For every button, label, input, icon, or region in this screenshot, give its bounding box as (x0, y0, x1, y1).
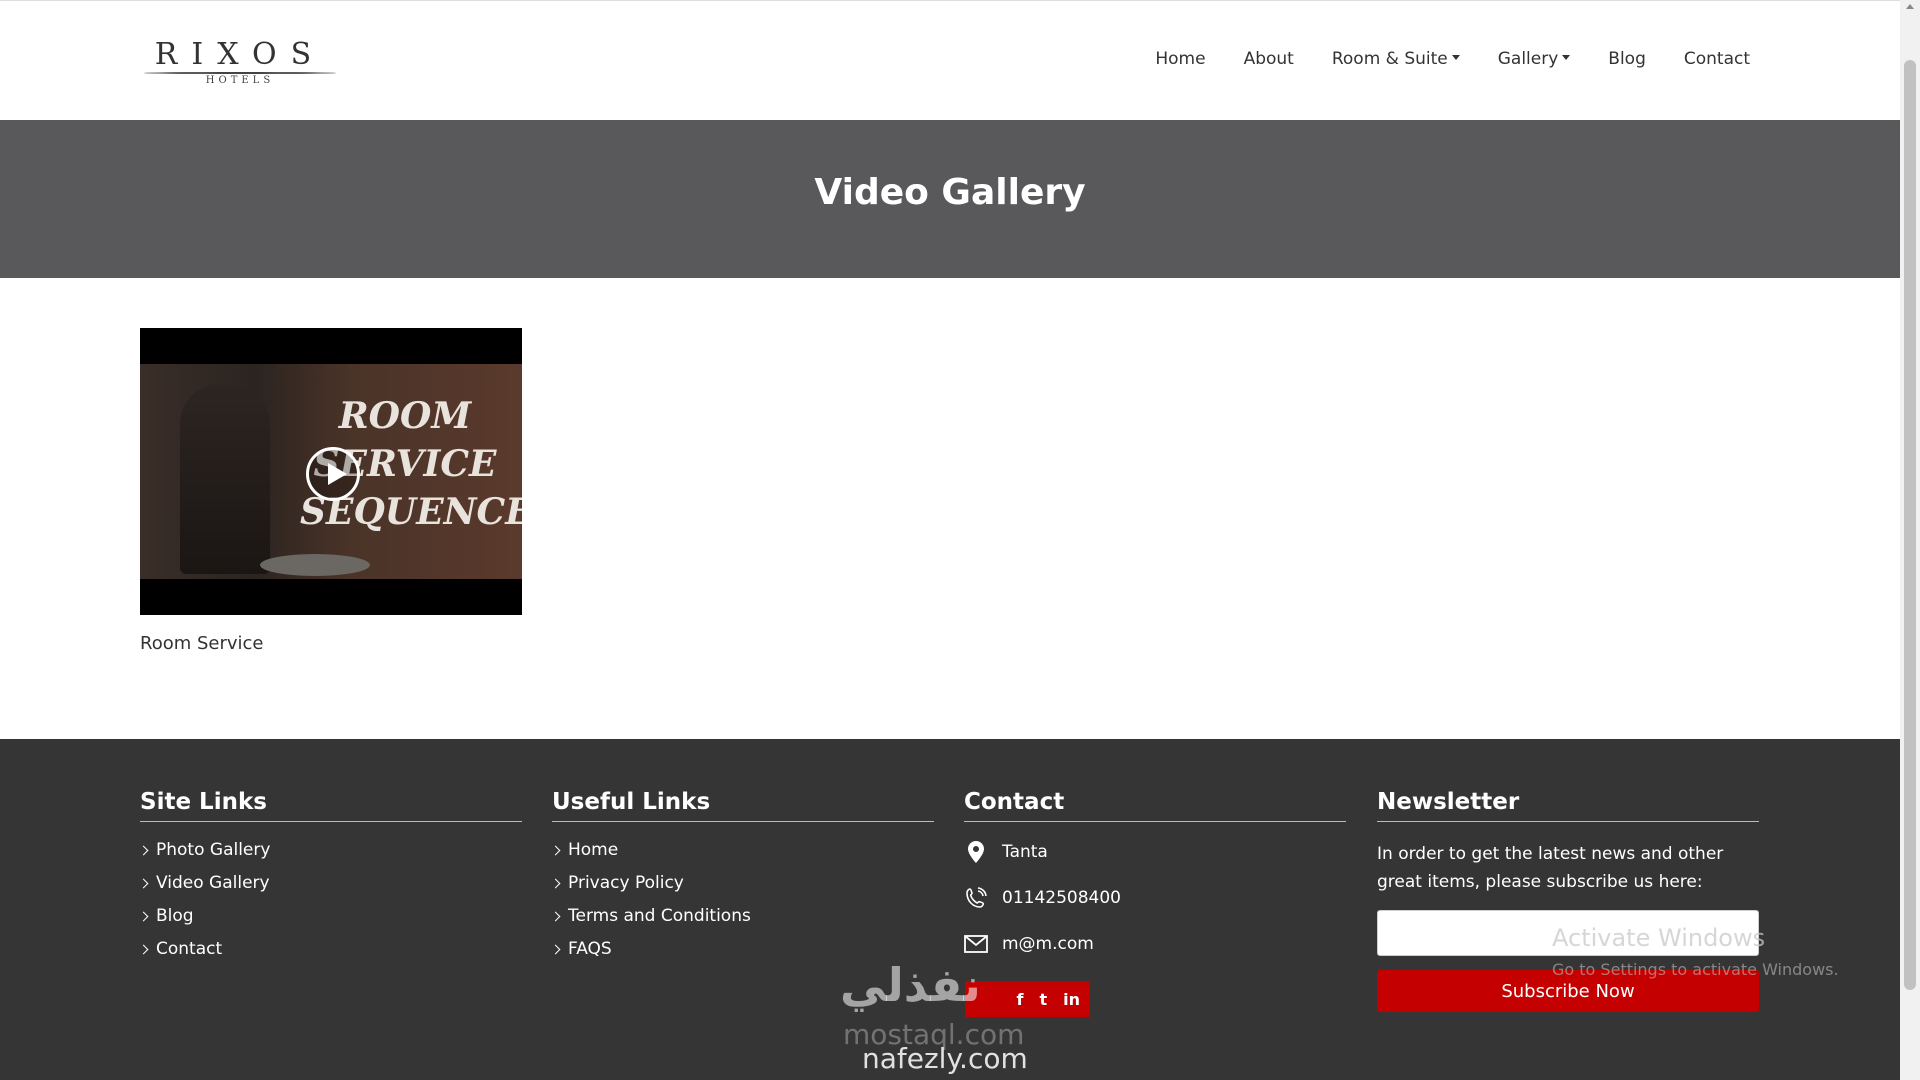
video-caption: Room Service (140, 633, 264, 654)
chevron-right-icon (138, 845, 149, 855)
logo-subtitle: HOTELS (205, 75, 275, 86)
footer-link-contact[interactable]: Contact (138, 939, 522, 959)
contact-phone: 01142508400 (964, 886, 1346, 910)
play-icon[interactable] (306, 447, 360, 501)
phone-icon (964, 886, 988, 910)
footer-link-faqs[interactable]: FAQS (550, 939, 934, 959)
chevron-right-icon (550, 845, 561, 855)
scrollbar[interactable] (1900, 0, 1920, 1080)
chevron-right-icon (138, 944, 149, 954)
footer-link-photo-gallery[interactable]: Photo Gallery (138, 840, 522, 860)
nav-contact[interactable]: Contact (1684, 49, 1750, 69)
logo-wordmark: RIXOS (154, 37, 326, 72)
footer-link-privacy-policy[interactable]: Privacy Policy (550, 873, 934, 893)
video-tray-shape (260, 554, 370, 576)
nav-home[interactable]: Home (1155, 49, 1205, 69)
nav-label: Gallery (1497, 49, 1559, 69)
linkedin-icon[interactable]: in (1063, 990, 1080, 1009)
nav-room-suite[interactable]: Room & Suite (1332, 49, 1460, 69)
chevron-right-icon (550, 878, 561, 888)
contact-location-text: Tanta (1002, 842, 1048, 862)
logo[interactable]: RIXOS HOTELS (140, 29, 340, 93)
nav-blog[interactable]: Blog (1608, 49, 1646, 69)
scrollbar-thumb[interactable] (1904, 60, 1916, 990)
video-figure-shape (180, 384, 270, 574)
video-card: ROOM SERVICE SEQUENCE Room Service (140, 328, 522, 654)
chevron-right-icon (550, 911, 561, 921)
link-label: Privacy Policy (568, 873, 684, 893)
video-thumbnail[interactable]: ROOM SERVICE SEQUENCE (140, 328, 522, 615)
footer-link-blog[interactable]: Blog (138, 906, 522, 926)
contact-email: m@m.com (964, 932, 1346, 956)
nav-label: Blog (1608, 49, 1646, 69)
twitter-icon[interactable]: t (1039, 990, 1047, 1009)
link-label: Photo Gallery (156, 840, 271, 860)
social-links: f t in (965, 981, 1090, 1017)
footer-heading: Useful Links (552, 789, 934, 822)
footer-heading: Newsletter (1377, 789, 1759, 822)
watermark-logo: نفذلي (840, 958, 981, 1012)
page-banner: Video Gallery (0, 120, 1900, 278)
nav-about[interactable]: About (1244, 49, 1294, 69)
link-label: FAQS (568, 939, 612, 959)
nav-gallery[interactable]: Gallery (1498, 49, 1571, 69)
chevron-right-icon (550, 944, 561, 954)
footer-link-video-gallery[interactable]: Video Gallery (138, 873, 522, 893)
activate-windows-subtitle: Go to Settings to activate Windows. (1552, 960, 1839, 979)
nav-label: Contact (1683, 49, 1750, 69)
footer-useful-links: Useful Links Home Privacy Policy Terms a… (550, 789, 934, 972)
footer-site-links: Site Links Photo Gallery Video Gallery B… (138, 789, 522, 972)
footer-contact: Contact Tanta 01142508400 m@m.com (964, 789, 1346, 978)
chevron-right-icon (138, 911, 149, 921)
activate-windows-title: Activate Windows (1552, 924, 1766, 952)
page: RIXOS HOTELS Home About Room & Suite Gal… (0, 0, 1900, 1080)
navbar: RIXOS HOTELS Home About Room & Suite Gal… (0, 0, 1900, 120)
map-pin-icon (964, 840, 988, 864)
logo-underline (144, 72, 336, 74)
main-nav: Home About Room & Suite Gallery Blog Con… (1155, 49, 1750, 69)
caret-down-icon (1451, 54, 1460, 60)
footer-link-home[interactable]: Home (550, 840, 934, 860)
footer-heading: Contact (964, 789, 1346, 822)
link-label: Terms and Conditions (568, 906, 751, 926)
newsletter-text: In order to get the latest news and othe… (1377, 844, 1724, 892)
footer-heading: Site Links (140, 789, 522, 822)
watermark-text: nafezly.com (862, 1042, 1028, 1075)
footer-link-terms[interactable]: Terms and Conditions (550, 906, 934, 926)
scroll-up-icon[interactable] (1906, 4, 1914, 9)
link-label: Blog (156, 906, 194, 926)
facebook-icon[interactable]: f (1017, 990, 1024, 1009)
link-label: Video Gallery (156, 873, 270, 893)
contact-phone-text[interactable]: 01142508400 (1002, 888, 1121, 908)
chevron-right-icon (138, 878, 149, 888)
nav-label: About (1243, 49, 1294, 69)
contact-location: Tanta (964, 840, 1346, 864)
caret-down-icon (1562, 54, 1571, 60)
link-label: Contact (156, 939, 223, 959)
contact-email-text[interactable]: m@m.com (1002, 934, 1094, 954)
nav-label: Room & Suite (1331, 49, 1448, 69)
link-label: Home (568, 840, 619, 860)
nav-label: Home (1155, 49, 1206, 69)
page-title: Video Gallery (814, 172, 1086, 213)
envelope-icon (964, 932, 988, 956)
